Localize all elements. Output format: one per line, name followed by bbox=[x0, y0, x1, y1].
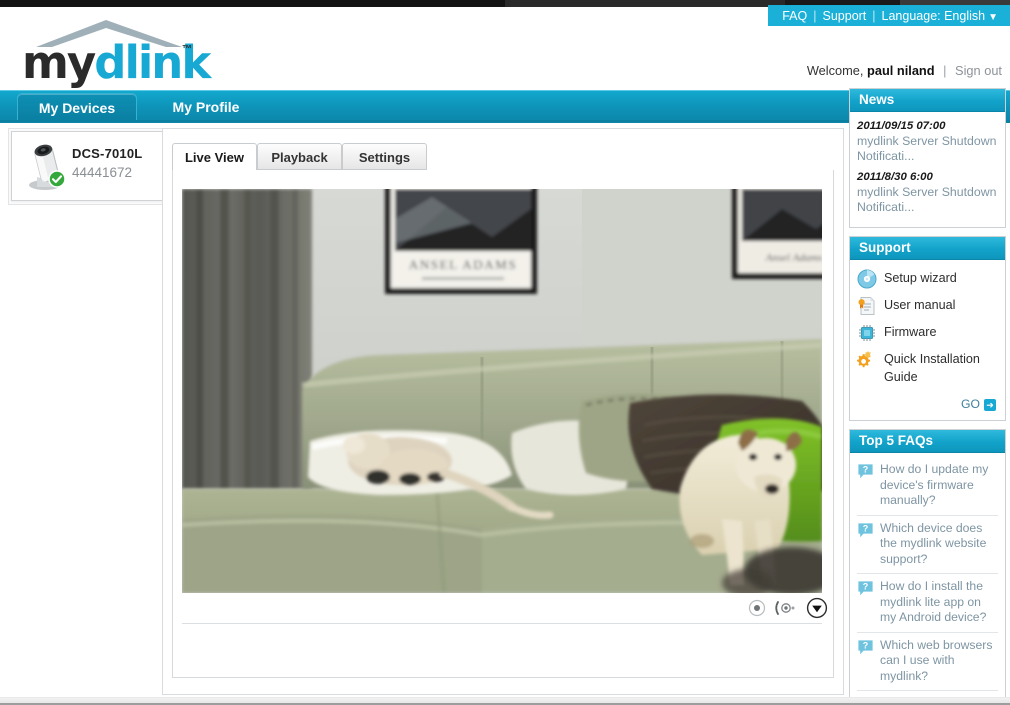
chevron-down-icon: ▼ bbox=[988, 11, 998, 23]
news-link[interactable]: mydlink Server Shutdown Notificati... bbox=[857, 185, 998, 215]
utility-separator-1: | bbox=[813, 8, 817, 23]
support-item-label: Quick Installation Guide bbox=[884, 352, 980, 384]
news-date: 2011/8/30 6:00 bbox=[857, 171, 933, 183]
support-item-label: Setup wizard bbox=[884, 271, 957, 285]
live-video-feed[interactable]: ANSEL ADAMS Ansel Adams bbox=[182, 189, 822, 593]
nav-tab-my-profile[interactable]: My Profile bbox=[151, 93, 261, 121]
sign-out-link[interactable]: Sign out bbox=[955, 63, 1002, 78]
welcome-prefix: Welcome, bbox=[806, 63, 864, 78]
gears-icon bbox=[857, 351, 874, 368]
mydlink-logo[interactable]: mydlink ™ bbox=[12, 18, 212, 85]
video-scene: ANSEL ADAMS Ansel Adams bbox=[182, 189, 822, 593]
support-item-label: User manual bbox=[884, 298, 956, 312]
news-body: 2011/09/15 07:00 mydlink Server Shutdown… bbox=[850, 112, 1005, 227]
content-tabs: Live View Playback Settings bbox=[163, 143, 843, 171]
support-item-label: Firmware bbox=[884, 325, 937, 339]
faq-card: Top 5 FAQs ? How do I update my device's… bbox=[849, 429, 1006, 705]
device-id-label: 44441672 bbox=[72, 165, 133, 180]
news-title: News bbox=[850, 89, 1005, 112]
chrome-segment-1 bbox=[0, 0, 505, 7]
faq-item[interactable]: ? How do I install the mydlink lite app … bbox=[857, 574, 998, 633]
cd-disc-icon bbox=[857, 269, 877, 289]
device-model-label: DCS-7010L bbox=[72, 146, 143, 161]
faq-text[interactable]: How do I install the mydlink lite app on… bbox=[880, 579, 998, 626]
content-panel: Live View Playback Settings ANSEL ADAMS … bbox=[162, 128, 844, 695]
logo-my: my bbox=[22, 36, 96, 89]
tab-settings[interactable]: Settings bbox=[342, 143, 427, 170]
language-label: Language: English bbox=[881, 8, 986, 23]
faq-item[interactable]: ? Which web browsers can I use with mydl… bbox=[857, 633, 998, 691]
support-go-link[interactable]: GO ➜ bbox=[961, 397, 996, 411]
support-item-user-manual[interactable]: User manual bbox=[857, 296, 998, 316]
live-view-panel: ANSEL ADAMS Ansel Adams bbox=[172, 170, 834, 678]
device-row[interactable]: DCS-7010L 44441672 bbox=[12, 132, 164, 200]
support-go-label: GO bbox=[961, 397, 980, 411]
nav-tab-my-devices[interactable]: My Devices bbox=[17, 93, 137, 121]
faq-text[interactable]: How do I update my device's firmware man… bbox=[880, 462, 998, 509]
support-title: Support bbox=[850, 237, 1005, 260]
news-item[interactable]: 2011/8/30 6:00 mydlink Server Shutdown N… bbox=[857, 170, 998, 215]
faq-item[interactable]: ? Which device does the mydlink website … bbox=[857, 516, 998, 574]
video-control-bar bbox=[182, 593, 828, 624]
right-rail: News 2011/09/15 07:00 mydlink Server Shu… bbox=[849, 88, 1006, 705]
arrow-right-icon: ➜ bbox=[984, 398, 996, 411]
support-link[interactable]: Support bbox=[823, 9, 867, 23]
svg-text:?: ? bbox=[863, 582, 869, 592]
faq-item[interactable]: ? How do I update my device's firmware m… bbox=[857, 457, 998, 516]
expand-options-icon[interactable] bbox=[806, 597, 828, 619]
tab-playback[interactable]: Playback bbox=[257, 143, 342, 170]
support-body: Setup wizard User manual Firmware Quick … bbox=[850, 260, 1005, 420]
chip-icon bbox=[859, 325, 875, 341]
svg-text:?: ? bbox=[863, 640, 869, 650]
question-bubble-icon: ? bbox=[858, 581, 873, 596]
audio-speaker-icon[interactable] bbox=[774, 599, 798, 617]
question-bubble-icon: ? bbox=[858, 639, 873, 654]
svg-text:?: ? bbox=[863, 523, 869, 533]
news-card: News 2011/09/15 07:00 mydlink Server Shu… bbox=[849, 88, 1006, 228]
language-selector[interactable]: Language: English ▼ bbox=[882, 9, 998, 23]
document-seal-icon bbox=[858, 297, 875, 315]
support-item-firmware[interactable]: Firmware bbox=[857, 323, 998, 343]
support-card: Support Setup wizard User manual Firmwar… bbox=[849, 236, 1006, 421]
chrome-segment-2 bbox=[505, 0, 785, 7]
faq-body: ? How do I update my device's firmware m… bbox=[850, 453, 1005, 705]
account-bar: Welcome, paul niland | Sign out bbox=[807, 63, 1002, 78]
utility-separator-2: | bbox=[872, 8, 876, 23]
logo-dlink: dlink bbox=[94, 36, 211, 89]
tab-live-view[interactable]: Live View bbox=[172, 143, 257, 171]
faq-link[interactable]: FAQ bbox=[782, 9, 807, 23]
question-bubble-icon: ? bbox=[858, 522, 873, 537]
device-card[interactable]: DCS-7010L 44441672 bbox=[11, 131, 165, 201]
green-check-icon bbox=[48, 170, 66, 188]
page-root: FAQ | Support | Language: English ▼ mydli… bbox=[0, 0, 1010, 705]
user-name: paul niland bbox=[867, 63, 935, 78]
support-item-setup-wizard[interactable]: Setup wizard bbox=[857, 269, 998, 289]
record-snapshot-icon[interactable] bbox=[748, 599, 766, 617]
news-link[interactable]: mydlink Server Shutdown Notificati... bbox=[857, 134, 998, 164]
news-date: 2011/09/15 07:00 bbox=[857, 120, 946, 132]
support-item-quick-install-guide[interactable]: Quick Installation Guide bbox=[857, 350, 998, 386]
logo-trademark: ™ bbox=[182, 44, 192, 55]
account-divider: | bbox=[943, 63, 947, 78]
utility-bar: FAQ | Support | Language: English ▼ bbox=[768, 5, 1010, 26]
svg-text:?: ? bbox=[863, 465, 869, 475]
faq-text[interactable]: Which device does the mydlink website su… bbox=[880, 521, 998, 568]
news-item[interactable]: 2011/09/15 07:00 mydlink Server Shutdown… bbox=[857, 119, 998, 164]
faq-text[interactable]: Which web browsers can I use with mydlin… bbox=[880, 638, 998, 685]
support-go-row: GO ➜ bbox=[857, 393, 998, 414]
faq-title: Top 5 FAQs bbox=[850, 430, 1005, 453]
question-bubble-icon: ? bbox=[858, 464, 873, 479]
